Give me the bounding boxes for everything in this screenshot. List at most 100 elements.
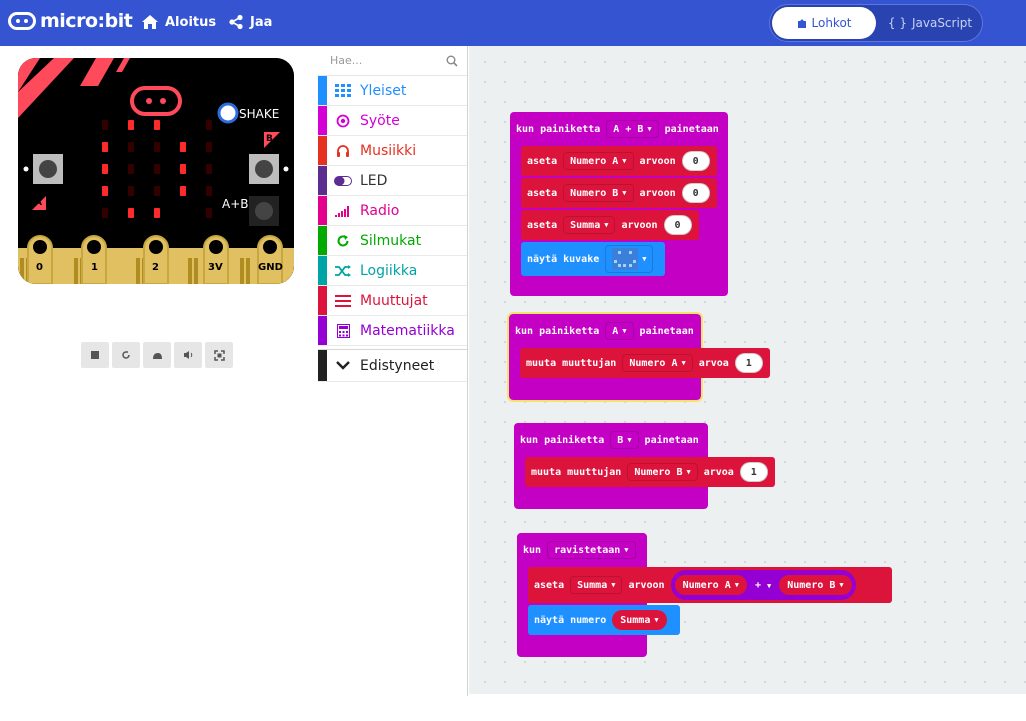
- home-label: Aloitus: [165, 14, 217, 30]
- search-icon: [446, 55, 458, 67]
- blocks-tab-label: Lohkot: [811, 16, 852, 30]
- hat-text-suffix: painetaan: [664, 123, 719, 135]
- set-summa-row[interactable]: aseta Summa ▼ arvoon Numero A ▼ + ▼ Numero…: [528, 567, 892, 603]
- editor-toggle: Lohkot { } JavaScript: [769, 4, 983, 42]
- toolbox-label-muuttujat: Muuttujat: [360, 292, 428, 309]
- toolbox-item-logiikka[interactable]: Logiikka: [318, 256, 467, 286]
- share-button[interactable]: Jaa: [228, 14, 272, 30]
- show-number-row[interactable]: näytä numero Summa ▼: [528, 605, 680, 635]
- set-numero-a-row[interactable]: aseta Numero A ▼ arvoon 0: [521, 146, 717, 176]
- pin-gnd-label: GND: [258, 262, 283, 273]
- search-placeholder: Hae...: [330, 54, 363, 67]
- variable-dropdown[interactable]: Summa ▼: [570, 576, 623, 594]
- variable-dropdown[interactable]: Numero B ▼: [563, 184, 634, 202]
- mute-button[interactable]: [174, 342, 202, 368]
- home-icon: [142, 15, 158, 29]
- blocks-workspace[interactable]: kun painiketta A + B ▼ painetaan aseta Nu…: [469, 46, 1026, 694]
- fullscreen-icon: [213, 349, 225, 361]
- logo-text: micro:bit: [40, 10, 133, 32]
- variable-dropdown[interactable]: Numero A ▼: [563, 152, 634, 170]
- toolbox-label-led: LED: [360, 172, 388, 189]
- summa-reporter[interactable]: Summa ▼: [612, 610, 667, 630]
- toolbox-label-radio: Radio: [360, 202, 400, 219]
- puzzle-icon: [797, 19, 806, 28]
- toolbox-item-edistyneet[interactable]: Edistyneet: [318, 350, 467, 382]
- microbit-board: [18, 58, 294, 284]
- toolbox-label-logiikka: Logiikka: [360, 262, 418, 279]
- button-ab-label: A+B: [222, 197, 249, 211]
- toolbox-item-yleiset[interactable]: Yleiset: [318, 76, 467, 106]
- restart-icon: [122, 351, 130, 359]
- toolbox-label-syote: Syöte: [360, 112, 400, 129]
- loop-icon: [334, 234, 352, 248]
- operator-dropdown[interactable]: + ▼: [755, 580, 771, 591]
- share-label: Jaa: [250, 14, 273, 30]
- toolbox-label-edistyneet: Edistyneet: [360, 357, 435, 374]
- set-summa-row[interactable]: aseta Summa ▼ arvoon 0: [521, 210, 699, 240]
- value-input[interactable]: 0: [663, 215, 692, 235]
- toolbox-label-silmukat: Silmukat: [360, 232, 422, 249]
- signal-icon: [334, 204, 352, 218]
- toolbox-item-musiikki[interactable]: Musiikki: [318, 136, 467, 166]
- stop-button[interactable]: [81, 342, 109, 368]
- pin-3v-label: 3V: [208, 262, 223, 273]
- simulator-panel: SHAKE A B A+B 0 1 2 3V GND: [0, 46, 318, 721]
- variable-dropdown[interactable]: Numero B ▼: [627, 463, 698, 481]
- value-input[interactable]: 1: [734, 353, 763, 373]
- pin-2-label[interactable]: 2: [152, 262, 159, 273]
- smiley-icon: [612, 248, 639, 270]
- mute-icon: [183, 351, 192, 359]
- toolbox-item-silmukat[interactable]: Silmukat: [318, 226, 467, 256]
- change-numero-a-row[interactable]: muuta muuttujan Numero A ▼ arvoa 1: [520, 348, 770, 378]
- addition-block[interactable]: Numero A ▼ + ▼ Numero B ▼: [670, 570, 856, 600]
- simulator-controls: [81, 342, 233, 368]
- button-dropdown[interactable]: A + B ▼: [606, 120, 659, 138]
- javascript-tab[interactable]: { } JavaScript: [880, 7, 980, 39]
- shake-label[interactable]: SHAKE: [239, 107, 279, 121]
- set-numero-b-row[interactable]: aseta Numero B ▼ arvoon 0: [521, 178, 717, 208]
- calculator-icon: [334, 323, 352, 338]
- pin-0-label[interactable]: 0: [36, 262, 43, 273]
- toolbox-item-syote[interactable]: Syöte: [318, 106, 467, 136]
- operand-b[interactable]: Numero B ▼: [779, 575, 852, 595]
- share-icon: [229, 14, 243, 30]
- microbit-board-graphic: [18, 58, 294, 284]
- braces-icon: { }: [887, 16, 907, 30]
- button-dropdown[interactable]: A ▼: [605, 322, 634, 340]
- hat-text: kun painiketta: [516, 123, 601, 135]
- fullscreen-button[interactable]: [205, 342, 233, 368]
- toolbox-item-muuttujat[interactable]: Muuttujat: [318, 286, 467, 316]
- change-numero-b-row[interactable]: muuta muuttujan Numero B ▼ arvoa 1: [525, 457, 775, 487]
- toolbox-label-musiikki: Musiikki: [360, 142, 417, 159]
- microbit-logo[interactable]: micro:bit: [8, 10, 133, 32]
- value-input[interactable]: 0: [681, 151, 710, 171]
- headphones-icon: [334, 144, 352, 158]
- toggle-icon: [334, 174, 352, 188]
- target-icon: [334, 114, 352, 128]
- toolbox-item-led[interactable]: LED: [318, 166, 467, 196]
- toolbox-search[interactable]: Hae...: [318, 46, 467, 76]
- value-input[interactable]: 0: [681, 183, 710, 203]
- stop-icon: [91, 351, 99, 359]
- gesture-dropdown[interactable]: ravistetaan ▼: [547, 541, 636, 559]
- variable-dropdown[interactable]: Numero A ▼: [622, 354, 693, 372]
- show-icon-row[interactable]: näytä kuvake ▼: [521, 242, 665, 276]
- restart-button[interactable]: [112, 342, 140, 368]
- chevron-down-icon: [334, 359, 352, 373]
- value-input[interactable]: 1: [739, 462, 768, 482]
- toolbox-item-matematiikka[interactable]: Matematiikka: [318, 316, 467, 346]
- button-dropdown[interactable]: B ▼: [610, 431, 639, 449]
- operand-a[interactable]: Numero A ▼: [674, 575, 747, 595]
- icon-picker[interactable]: ▼: [605, 245, 654, 273]
- slowmo-button[interactable]: [143, 342, 171, 368]
- pin-1-label[interactable]: 1: [91, 262, 98, 273]
- toolbox-label-matematiikka: Matematiikka: [360, 322, 455, 339]
- lines-icon: [334, 294, 352, 308]
- toolbox-item-radio[interactable]: Radio: [318, 196, 467, 226]
- home-button[interactable]: Aloitus: [141, 14, 216, 30]
- shuffle-icon: [334, 264, 352, 278]
- grid-icon: [334, 83, 352, 98]
- button-b-label: B: [266, 134, 273, 144]
- variable-dropdown[interactable]: Summa ▼: [563, 216, 616, 234]
- blocks-tab[interactable]: Lohkot: [772, 7, 876, 39]
